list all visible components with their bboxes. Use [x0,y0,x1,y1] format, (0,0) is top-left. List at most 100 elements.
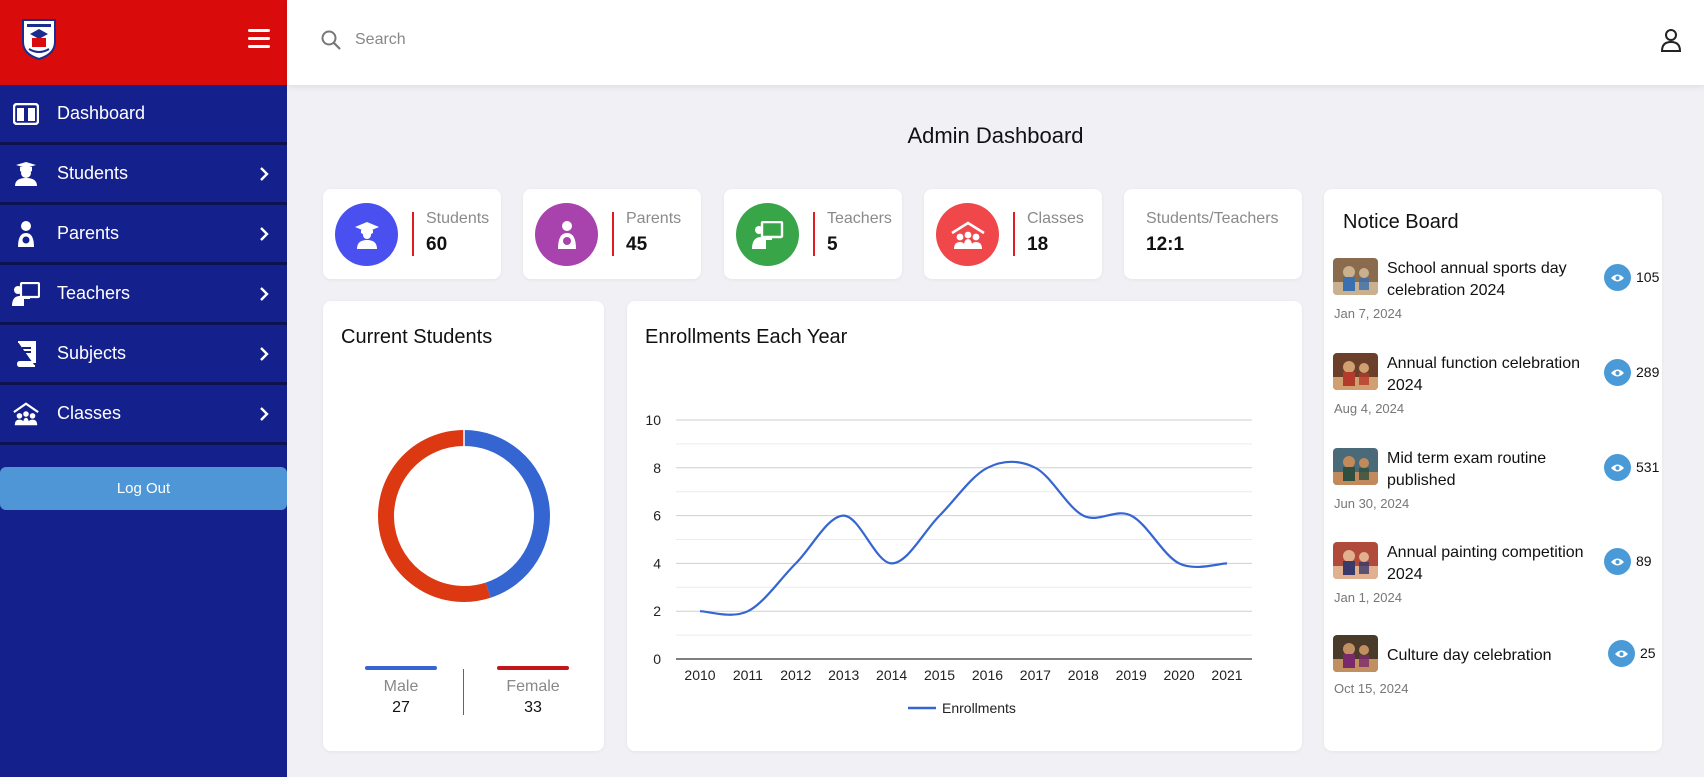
legend-label: Male [383,678,419,695]
stat-card-ratio: Students/Teachers 12:1 [1124,189,1302,279]
enrollments-card: Enrollments Each Year 0 2 4 6 8 10 2010 2011 201… [627,301,1302,751]
stat-card-parents: Parents 45 [523,189,701,279]
legend-label: Female [506,678,560,695]
stat-value: 12:1 [1146,234,1185,255]
stat-label: Students [426,210,490,227]
stat-card-teachers: Teachers 5 [724,189,902,279]
chevron-right-icon [260,226,269,241]
x-tick-label: 2016 [972,667,1003,683]
stat-value: 60 [426,234,448,255]
x-tick-label: 2013 [828,667,859,683]
notice-views: 25 [1640,645,1656,661]
dashboard-icon [12,101,40,127]
male-swatch [365,666,437,670]
sidebar-item-label: Teachers [57,283,131,303]
stat-value: 45 [626,234,648,255]
logout-button[interactable]: Log Out [0,467,287,510]
x-tick-label: 2011 [733,667,763,683]
stat-value: 5 [827,234,838,255]
notice-views: 531 [1636,459,1660,475]
chevron-right-icon [260,406,269,421]
page-title: Admin Dashboard [907,123,1084,148]
stat-value: 18 [1027,234,1049,255]
sidebar-item-dashboard[interactable]: Dashboard [0,85,287,145]
donut-slice-male [463,430,550,598]
donut-slice-female [378,430,491,602]
notice-title[interactable]: Mid term exam routine published [1387,448,1592,492]
stat-label: Students/Teachers [1146,210,1279,227]
notice-item[interactable]: Annual painting competition 2024 Jan 1, 2… [1333,542,1652,624]
notice-thumbnail [1333,258,1378,295]
eye-icon [1608,640,1635,667]
eye-icon [1604,454,1631,481]
sidebar-item-label: Subjects [57,343,127,363]
notice-title[interactable]: Culture day celebration [1387,645,1592,667]
legend-male: Male 27 [361,666,441,717]
notice-title[interactable]: School annual sports day celebration 202… [1387,258,1592,302]
notice-thumbnail [1333,448,1378,485]
student-icon [12,161,40,187]
legend-value: 33 [524,699,542,716]
sidebar-header [0,0,287,85]
teachers-icon [736,203,799,266]
stat-divider [612,212,614,256]
x-tick-label: 2019 [1116,667,1147,683]
stat-card-students: Students 60 [323,189,501,279]
y-tick-label: 2 [653,603,661,619]
notice-views: 289 [1636,364,1660,380]
legend-value: 27 [392,699,410,716]
notice-views: 105 [1636,269,1660,285]
eye-icon [1604,548,1631,575]
notice-item[interactable]: Culture day celebration Oct 15, 2024 25 [1333,635,1656,717]
stat-label: Parents [626,210,682,227]
series-line-enrollments [699,460,1228,616]
female-swatch [497,666,569,670]
notice-item[interactable]: Mid term exam routine published Jun 30, 2… [1333,448,1659,530]
notice-item[interactable]: Annual function celebration 2024 Aug 4, 2… [1333,353,1659,435]
teacher-icon [12,281,40,307]
stat-label: Classes [1027,210,1084,227]
x-tick-label: 2010 [684,667,715,683]
notice-thumbnail [1333,542,1378,579]
x-tick-label: 2015 [924,667,955,683]
sidebar-item-students[interactable]: Students [0,145,287,205]
search-icon [321,30,341,50]
students-icon [335,203,398,266]
classes-icon [936,203,999,266]
eye-icon [1604,359,1631,386]
notice-title[interactable]: Annual painting competition 2024 [1387,542,1592,586]
y-tick-label: 0 [653,651,661,667]
school-logo[interactable] [19,18,59,60]
sidebar-item-parents[interactable]: Parents [0,205,287,265]
stat-label: Teachers [827,210,892,227]
x-tick-label: 2020 [1164,667,1195,683]
stat-divider [412,212,414,256]
chevron-right-icon [260,286,269,301]
x-tick-label: 2021 [1211,667,1242,683]
user-icon[interactable] [1660,28,1682,52]
notice-date: Jan 1, 2024 [1334,590,1402,605]
sidebar-item-label: Classes [57,403,122,423]
notice-board: Notice Board School annual sports day ce… [1324,189,1662,751]
card-title: Current Students [341,326,493,348]
notice-date: Jan 7, 2024 [1334,306,1402,321]
chevron-right-icon [260,346,269,361]
stat-divider [1013,212,1015,256]
notice-item[interactable]: School annual sports day celebration 202… [1333,258,1659,340]
sidebar-item-classes[interactable]: Classes [0,385,287,445]
notice-date: Jun 30, 2024 [1334,496,1410,511]
legend-female: Female 33 [493,666,573,717]
sidebar-item-subjects[interactable]: Subjects [0,325,287,385]
x-tick-label: 2012 [780,667,811,683]
sidebar: Dashboard Students Parents Teachers Subj… [0,0,287,777]
search-input[interactable] [355,24,955,56]
x-tick-label: 2018 [1068,667,1099,683]
sidebar-item-teachers[interactable]: Teachers [0,265,287,325]
book-icon [12,340,40,367]
legend-divider [463,669,464,715]
notice-thumbnail [1333,353,1378,390]
menu-toggle-icon[interactable] [248,29,270,49]
notice-title[interactable]: Annual function celebration 2024 [1387,353,1592,397]
enrollments-line-chart: 0 2 4 6 8 10 2010 2011 2012 2013 2014 2015 2016 2017 2… [645,412,1252,716]
stat-card-classes: Classes 18 [924,189,1102,279]
